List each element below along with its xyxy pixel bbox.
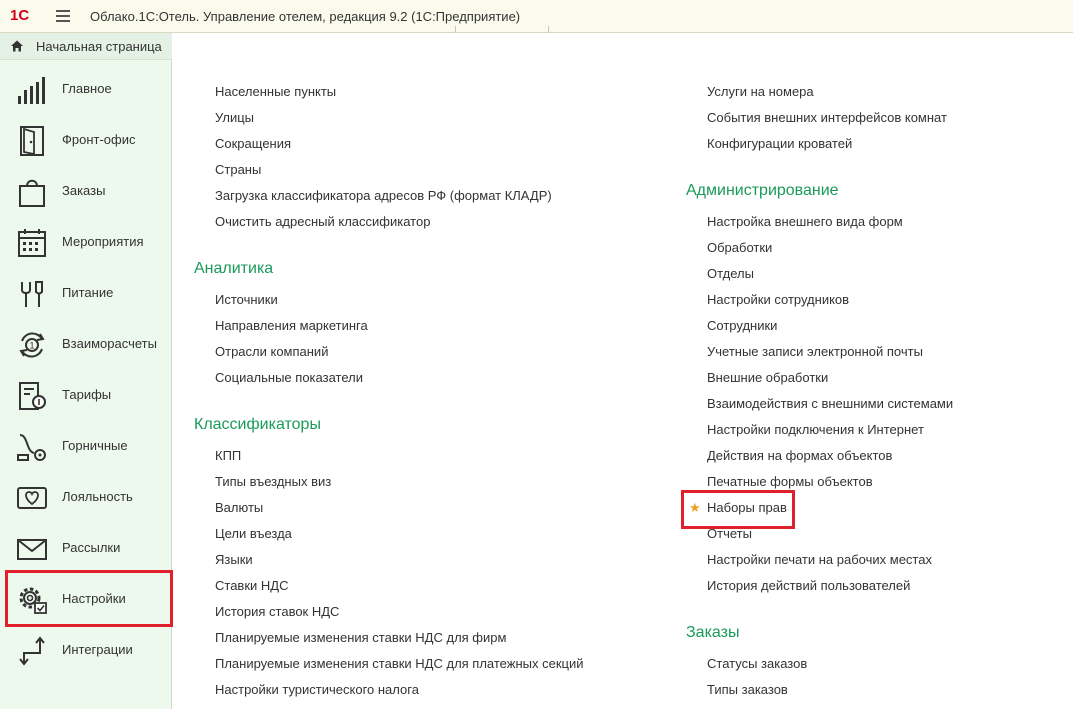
sidebar-home[interactable]: Начальная страница (0, 33, 172, 60)
sidebar-item-label: Питание (62, 285, 114, 300)
title-bar: 1С Облако.1С:Отель. Управление отелем, р… (0, 0, 1073, 33)
home-label: Начальная страница (36, 39, 162, 54)
link-item[interactable]: Настройки туристического налога (215, 682, 419, 697)
titlebar-divider (548, 26, 549, 33)
highlight-box-settings (5, 570, 173, 627)
sidebar-item-orders[interactable]: Заказы (0, 166, 172, 217)
group-heading-orders: Заказы (686, 624, 740, 641)
link-item[interactable]: Загрузка классификатора адресов РФ (форм… (215, 188, 552, 203)
sidebar-item-food[interactable]: Питание (0, 268, 172, 319)
fork-glass-icon (21, 281, 43, 307)
link-item[interactable]: Планируемые изменения ставки НДС для пла… (215, 656, 583, 671)
sidebar-item-label: Заказы (62, 183, 106, 198)
group-heading-administration: Администрирование (686, 182, 839, 199)
shopping-bag-icon (19, 179, 45, 207)
highlight-box-rights-sets (681, 490, 795, 529)
link-item[interactable]: Ставки НДС (215, 578, 288, 593)
link-item[interactable]: Настройки печати на рабочих местах (707, 552, 932, 567)
link-item[interactable]: Населенные пункты (215, 84, 336, 99)
link-item[interactable]: Услуги на номера (707, 84, 814, 99)
link-item[interactable]: История ставок НДС (215, 604, 339, 619)
link-item[interactable]: Печатные формы объектов (707, 474, 873, 489)
sidebar-item-loyalty[interactable]: Лояльность (0, 472, 172, 523)
link-item[interactable]: События внешних интерфейсов комнат (707, 110, 947, 125)
sidebar-item-front-office[interactable]: Фронт-офис (0, 115, 172, 166)
sidebar-item-label: Рассылки (62, 540, 121, 555)
group-heading-analytics: Аналитика (194, 260, 274, 277)
link-item[interactable]: Социальные показатели (215, 370, 363, 385)
door-icon (20, 126, 44, 156)
cycle-coin-icon: 1 (19, 332, 45, 358)
calendar-icon (18, 229, 46, 257)
svg-text:1: 1 (29, 341, 34, 351)
link-item[interactable]: Типы заказов (707, 682, 788, 697)
sidebar-item-events[interactable]: Мероприятия (0, 217, 172, 268)
home-icon (11, 40, 23, 52)
link-item[interactable]: Очистить адресный классификатор (215, 214, 430, 229)
link-item[interactable]: Взаимодействия с внешними системами (707, 396, 953, 411)
sidebar-item-label: Главное (62, 81, 112, 96)
arrows-icon (19, 636, 45, 666)
link-item[interactable]: Настройка внешнего вида форм (707, 214, 903, 229)
window-title: Облако.1С:Отель. Управление отелем, реда… (90, 9, 521, 24)
link-item[interactable]: Улицы (215, 110, 254, 125)
main-content: Населенные пункты Улицы Сокращения Стран… (173, 33, 1073, 709)
envelope-icon (17, 539, 47, 560)
link-item[interactable]: Отделы (707, 266, 754, 281)
sidebar-item-housekeeping[interactable]: Горничные (0, 421, 172, 472)
link-item[interactable]: Учетные записи электронной почты (707, 344, 923, 359)
tariff-icon (19, 382, 46, 410)
group-heading-classifiers: Классификаторы (194, 416, 321, 433)
link-item[interactable]: Обработки (707, 240, 772, 255)
link-item[interactable]: Сотрудники (707, 318, 777, 333)
sidebar-item-main[interactable]: Главное (0, 64, 172, 115)
link-item[interactable]: КПП (215, 448, 241, 463)
sidebar-item-label: Лояльность (62, 489, 133, 504)
link-item[interactable]: Планируемые изменения ставки НДС для фир… (215, 630, 506, 645)
app-logo[interactable]: 1С (10, 7, 29, 24)
link-item[interactable]: Сокращения (215, 136, 291, 151)
link-item[interactable]: Типы въездных виз (215, 474, 331, 489)
link-item[interactable]: Отрасли компаний (215, 344, 328, 359)
link-item[interactable]: Настройки сотрудников (707, 292, 849, 307)
link-item[interactable]: Валюты (215, 500, 263, 515)
sidebar-item-label: Тарифы (62, 387, 112, 402)
link-item[interactable]: Цели въезда (215, 526, 292, 541)
menu-icon[interactable] (56, 10, 70, 22)
sidebar-item-label: Фронт-офис (62, 132, 136, 147)
link-item[interactable]: Источники (215, 292, 278, 307)
sidebar-item-settlements[interactable]: 1 Взаиморасчеты (0, 319, 172, 370)
link-item[interactable]: Страны (215, 162, 261, 177)
sidebar-item-integrations[interactable]: Интеграции (0, 625, 172, 676)
link-item[interactable]: Конфигурации кроватей (707, 136, 852, 151)
heart-card-icon (17, 487, 47, 509)
sidebar-item-label: Мероприятия (62, 234, 144, 249)
chart-bars-icon (18, 77, 45, 104)
sidebar-item-label: Горничные (62, 438, 128, 453)
sidebar-item-mailings[interactable]: Рассылки (0, 523, 172, 574)
link-item[interactable]: Статусы заказов (707, 656, 807, 671)
link-item[interactable]: Внешние обработки (707, 370, 828, 385)
link-item[interactable]: Языки (215, 552, 253, 567)
sidebar-item-label: Взаиморасчеты (62, 336, 157, 351)
titlebar-divider (455, 26, 456, 33)
sidebar-item-label: Интеграции (62, 642, 133, 657)
vacuum-icon (17, 434, 46, 461)
link-item[interactable]: Направления маркетинга (215, 318, 368, 333)
link-item[interactable]: Настройки подключения к Интернет (707, 422, 924, 437)
sidebar-item-tariffs[interactable]: Тарифы (0, 370, 172, 421)
link-item[interactable]: История действий пользователей (707, 578, 910, 593)
link-item[interactable]: Действия на формах объектов (707, 448, 892, 463)
